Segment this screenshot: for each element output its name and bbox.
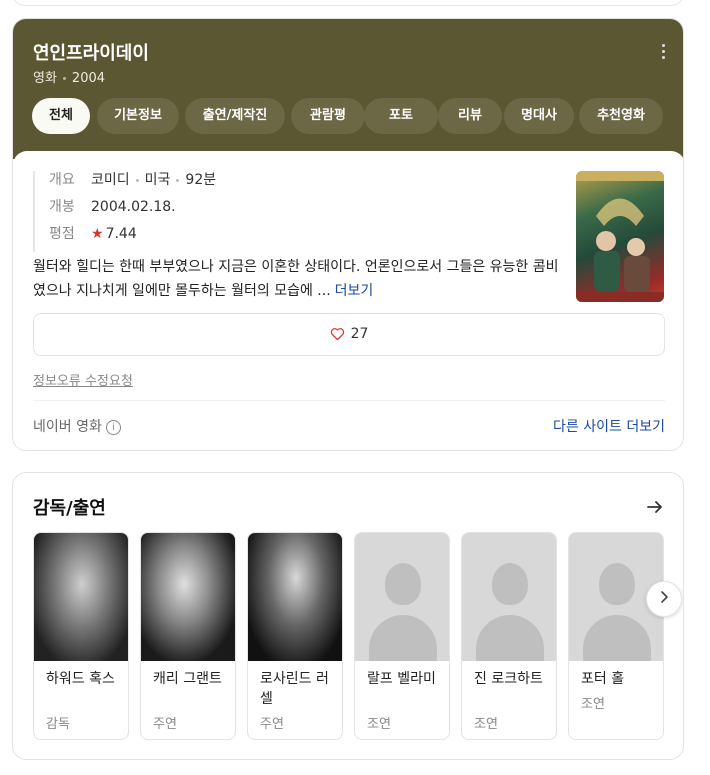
info-list: 개요 코미디 미국 92분 개봉 2004.02.18. 평점 ★ 7.44 — [33, 171, 216, 252]
arrow-right-icon[interactable] — [645, 497, 665, 517]
person-role: 조연 — [581, 697, 605, 712]
person-name: 진 로크하트 — [474, 671, 543, 687]
report-error-link[interactable]: 정보오류 수정요청 — [33, 370, 133, 389]
cast-member[interactable]: 로사린드 러셀 주연 — [247, 532, 343, 740]
overview-row: 개요 코미디 미국 92분 — [49, 172, 217, 188]
cast-member[interactable]: 포터 홀 조연 — [568, 532, 664, 740]
movie-details: 개요 코미디 미국 92분 개봉 2004.02.18. 평점 ★ 7.44 월터와 힐디는… — [13, 151, 683, 450]
movie-year: 2004 — [71, 71, 106, 86]
cast-member[interactable]: 진 로크하트 조연 — [461, 532, 557, 740]
person-role: 조연 — [367, 717, 391, 732]
chevron-right-icon — [661, 591, 668, 603]
summary-more-link[interactable]: 더보기 — [335, 283, 374, 299]
tab-basic-info[interactable]: 기본정보 — [97, 98, 179, 134]
person-name: 하워드 혹스 — [46, 671, 115, 687]
divider — [33, 400, 665, 401]
person-placeholder-icon — [462, 533, 556, 661]
person-photo — [34, 533, 128, 661]
person-name: 로사린드 러셀 — [260, 671, 329, 707]
tab-quotes[interactable]: 명대사 — [504, 98, 574, 134]
cast-member[interactable]: 캐리 그랜트 주연 — [140, 532, 236, 740]
person-photo — [141, 533, 235, 661]
movie-category: 영화 — [33, 71, 57, 86]
movie-title[interactable]: 연인프라이데이 — [33, 39, 149, 65]
movie-info-card: 연인프라이데이 영화 2004 전체 기본정보 출연/제작진 관람평 포토 리뷰 … — [12, 18, 684, 451]
other-sites-link[interactable]: 다른 사이트 더보기 — [553, 416, 665, 436]
rating-row: 평점 ★ 7.44 — [49, 226, 137, 242]
source-label: 네이버 영화 i — [33, 416, 121, 436]
person-role: 주연 — [260, 717, 284, 732]
tab-all[interactable]: 전체 — [32, 98, 90, 134]
like-button[interactable]: 27 — [33, 313, 665, 356]
tab-photos[interactable]: 포토 — [364, 98, 438, 134]
cast-member[interactable]: 하워드 혹스 감독 — [33, 532, 129, 740]
tab-cast-crew[interactable]: 출연/제작진 — [185, 98, 285, 134]
cast-section: 감독/출연 하워드 혹스 감독 캐리 그랜트 주연 로사린드 러셀 주연 랄프 … — [12, 472, 684, 760]
person-role: 주연 — [153, 717, 177, 732]
like-count: 27 — [350, 326, 369, 342]
movie-header: 연인프라이데이 영화 2004 전체 기본정보 출연/제작진 관람평 포토 리뷰 … — [13, 19, 683, 159]
person-photo — [248, 533, 342, 661]
previous-card-edge — [12, 0, 684, 6]
movie-subtitle: 영화 2004 — [33, 67, 105, 86]
cast-member[interactable]: 랄프 벨라미 조연 — [354, 532, 450, 740]
runtime: 92분 — [185, 172, 217, 188]
person-role: 조연 — [474, 717, 498, 732]
country: 미국 — [144, 172, 171, 188]
info-icon[interactable]: i — [105, 419, 121, 435]
movie-poster[interactable] — [576, 171, 664, 302]
person-role: 감독 — [46, 717, 70, 732]
carousel-next-button[interactable] — [646, 581, 682, 617]
release-row: 개봉 2004.02.18. — [49, 199, 176, 215]
tab-recommended[interactable]: 추천영화 — [579, 98, 663, 134]
person-name: 랄프 벨라미 — [367, 671, 436, 687]
person-name: 캐리 그랜트 — [153, 671, 222, 687]
cast-title: 감독/출연 — [33, 498, 106, 519]
plot-summary: 월터와 힐디는 한때 부부였으나 지금은 이혼한 상태이다. 언론인으로서 그들… — [33, 259, 559, 299]
rating-value: 7.44 — [105, 226, 137, 242]
person-name: 포터 홀 — [581, 671, 625, 687]
heart-icon — [330, 328, 344, 341]
release-date: 2004.02.18. — [91, 199, 176, 215]
genre: 코미디 — [91, 172, 130, 188]
star-icon: ★ — [91, 226, 104, 242]
tab-reviews[interactable]: 관람평 — [291, 98, 365, 134]
tab-user-reviews[interactable]: 리뷰 — [438, 98, 502, 134]
person-placeholder-icon — [355, 533, 449, 661]
more-options-icon[interactable] — [653, 41, 673, 65]
